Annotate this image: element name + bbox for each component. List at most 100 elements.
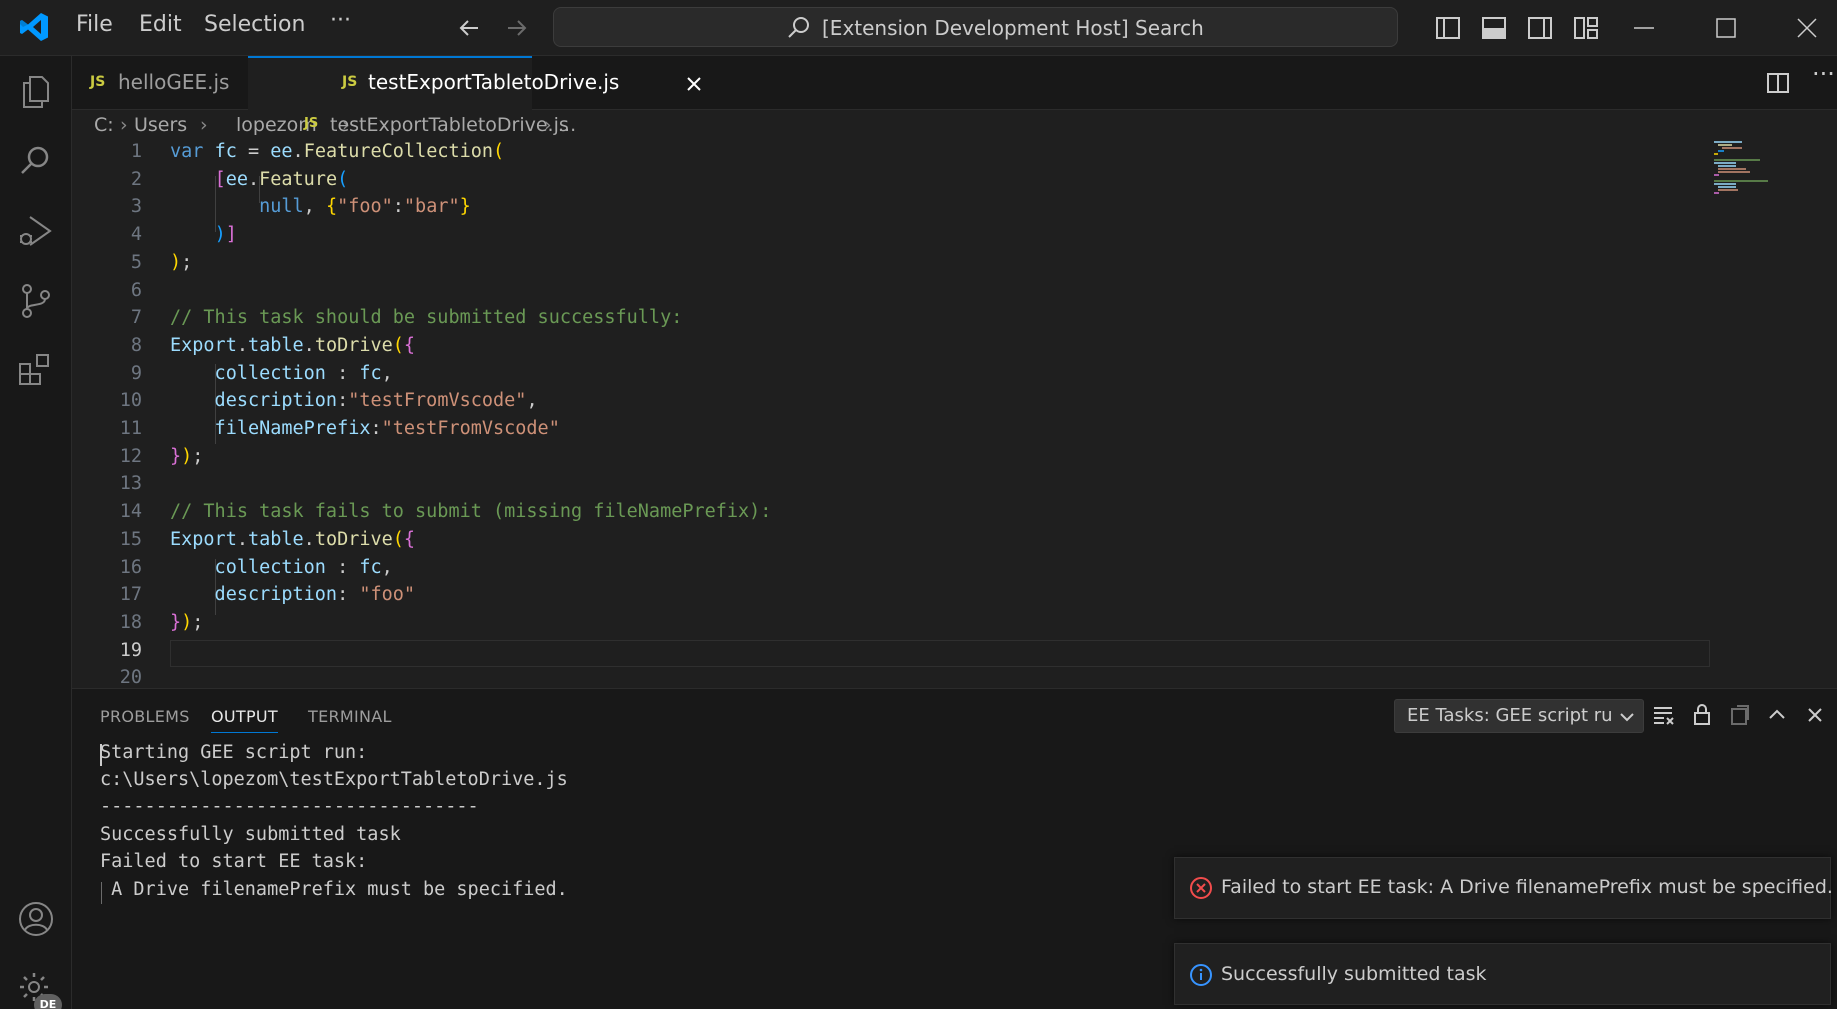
code-token: null [170,196,304,218]
code-token: { [403,528,416,550]
code-line: 8 Export.table.toDrive({ [72,335,1712,362]
lock-scroll-icon[interactable] [1690,703,1714,727]
code-line: 7 // This task should be submitted succes… [72,307,1712,334]
code-token: Feature [259,168,338,190]
toggle-panel-icon[interactable] [1480,14,1508,42]
code-text: }); [170,446,203,467]
clear-output-icon[interactable] [1652,703,1676,727]
explorer-files-icon[interactable] [16,71,56,111]
tab-output[interactable]: OUTPUT [211,707,279,733]
breadcrumb-file[interactable]: testExportTabletoDrive.js [330,114,569,136]
code-token: : [337,584,360,606]
code-editor[interactable]: 1 var fc = ee.FeatureCollection(2 [ee.Fea… [72,140,1837,688]
run-and-debug-icon[interactable] [16,211,56,251]
code-token: // This task should be submitted success… [170,307,683,329]
output-line: c:\Users\lopezom\testExportTabletoDrive.… [100,769,568,790]
code-line: 20 [72,667,1712,688]
maximize-icon[interactable] [1712,14,1740,42]
tab-terminal[interactable]: TERMINAL [308,707,392,726]
line-number: 16 [119,556,142,578]
minimap[interactable] [1712,140,1832,688]
code-token: , [303,196,326,218]
customize-layout-icon[interactable] [1572,14,1600,42]
more-actions-icon[interactable]: ··· [1812,60,1835,88]
open-output-in-editor-icon[interactable] [1728,703,1752,727]
line-number: 4 [130,224,142,246]
code-token: toDrive [314,528,393,550]
code-token: ) [170,251,182,273]
code-token: var [170,141,215,162]
output-line: A Drive filenamePrefix must be specified… [100,879,568,900]
line-number: 18 [119,611,142,633]
code-text: Export.table.toDrive({ [170,335,415,356]
code-text: // This task fails to submit (missing fi… [170,501,771,522]
code-line: 10 description:"testFromVscode", [72,390,1712,417]
manage-badge: DE [34,994,62,1009]
source-control-icon[interactable] [16,281,56,321]
code-line: 14 // This task fails to submit (missing … [72,501,1712,528]
info-notification[interactable]: Successfully submitted task [1174,943,1831,1005]
code-text: fileNamePrefix:"testFromVscode" [170,418,560,439]
code-token: ; [181,251,193,273]
maximize-panel-chevron-up-icon[interactable] [1765,703,1789,727]
title-bar: File Edit Selection ··· [Extension Devel… [0,0,1837,56]
extensions-icon[interactable] [16,350,56,390]
code-text: collection : fc, [170,363,393,384]
accounts-icon[interactable] [16,899,56,939]
code-token: Export [170,334,237,356]
code-line: 4 )] [72,224,1712,251]
close-panel-icon[interactable] [1803,703,1827,727]
code-token: . [247,168,260,190]
info-circle-icon [1190,964,1212,986]
code-token: ( [337,168,349,190]
line-number: 8 [130,334,142,356]
code-token: { [403,334,416,356]
code-token: : [325,362,360,384]
toggle-primary-sidebar-icon[interactable] [1434,14,1462,42]
menu-file[interactable]: File [76,12,113,37]
forward-arrow-icon[interactable] [502,14,530,42]
menu-selection[interactable]: Selection [204,12,305,37]
error-notification[interactable]: Failed to start EE task: A Drive filenam… [1174,857,1833,919]
output-channel-select[interactable]: EE Tasks: GEE script run: [1394,699,1644,733]
tab-label: helloGEE.js [118,70,230,94]
breadcrumb-symbols[interactable]: ... [558,114,576,136]
split-editor-icon[interactable] [1765,70,1791,96]
breadcrumb-users[interactable]: Users [134,114,187,136]
vscode-logo-icon[interactable] [18,11,50,43]
breadcrumb-drive[interactable]: C: [94,114,114,136]
line-number: 14 [119,501,142,523]
back-arrow-icon[interactable] [456,14,484,42]
code-token: ( [392,334,404,356]
code-line: 6 [72,280,1712,307]
command-center-search[interactable]: [Extension Development Host] Search [553,7,1398,47]
close-tab-icon[interactable] [684,74,704,94]
code-token: . [236,334,248,356]
tab-problems[interactable]: PROBLEMS [100,707,190,726]
code-token: Export [170,528,237,550]
tab-testexporttabletodrive[interactable]: JS testExportTabletoDrive.js [248,56,701,110]
output-line: ---------------------------------- [100,796,479,817]
menu-more[interactable]: ··· [330,8,351,33]
close-window-icon[interactable] [1793,14,1821,42]
code-token: ( [493,141,505,162]
toggle-secondary-sidebar-icon[interactable] [1526,14,1554,42]
activity-bar: DE [0,56,72,1009]
line-number: 19 [119,639,142,661]
code-text: description:"testFromVscode", [170,390,538,411]
output-channel-value: EE Tasks: GEE script run: [1407,705,1612,726]
line-number: 13 [119,473,142,495]
code-token: } [170,611,182,633]
text-cursor [100,744,102,766]
code-token: FeatureCollection [303,141,494,162]
menu-edit[interactable]: Edit [139,12,182,37]
js-file-icon: JS [90,74,106,90]
code-token: ) [181,611,193,633]
search-icon [788,17,809,38]
tab-hellogee[interactable]: JS helloGEE.js [72,56,248,110]
search-view-icon[interactable] [16,141,56,181]
minimize-icon[interactable] [1630,14,1658,42]
code-token: "testFromVscode" [348,390,527,412]
code-line: 16 collection : fc, [72,557,1712,584]
